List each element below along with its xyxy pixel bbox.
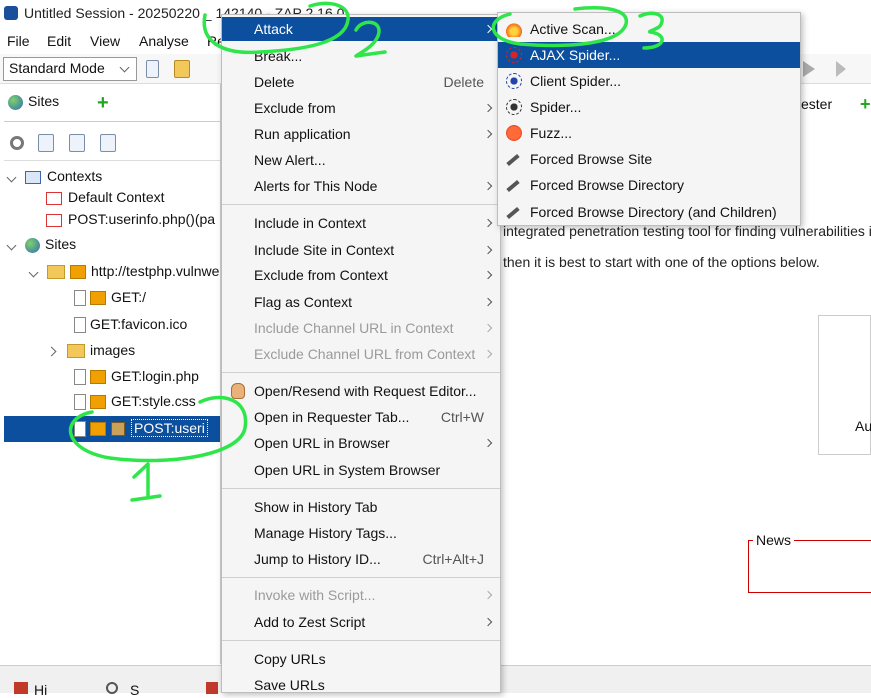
annotation-digit-2 [354,20,387,58]
annotation-circle-1 [68,395,248,463]
annotation-digit-3 [638,11,664,50]
annotation-circle-3 [491,6,628,48]
annotation-overlay [68,1,664,502]
annotation-digit-1 [130,462,162,502]
annotation-circle-2 [202,1,350,55]
